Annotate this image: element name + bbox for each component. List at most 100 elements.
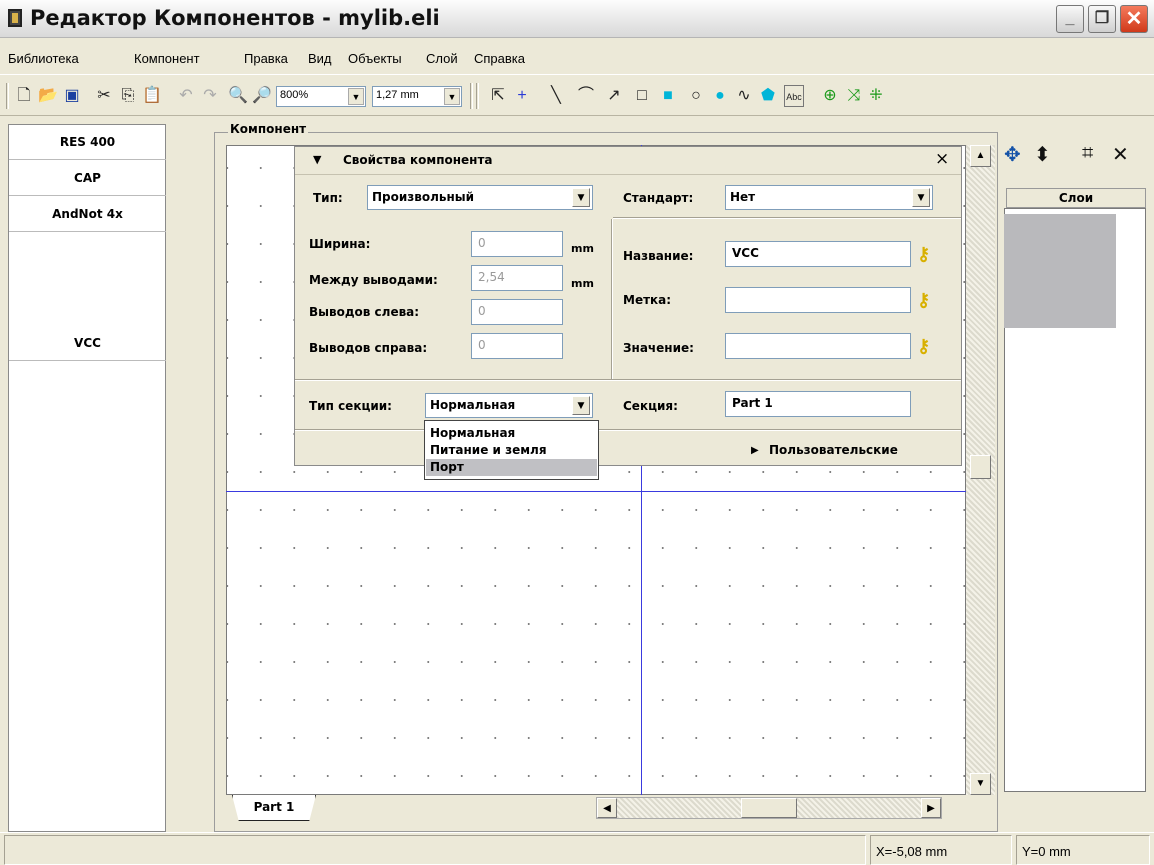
component-properties-panel: ▼ Свойства компонента × Тип: Произвольны… xyxy=(294,146,962,466)
key-icon[interactable]: ⚷ xyxy=(917,244,930,265)
bus-tool-icon[interactable]: ⤨ xyxy=(844,85,864,107)
value-field[interactable] xyxy=(725,333,911,359)
origin-horizontal-axis xyxy=(226,491,966,492)
type-value: Произвольный xyxy=(372,190,475,204)
close-button[interactable]: ✕ xyxy=(1120,5,1148,33)
list-item[interactable]: CAP xyxy=(9,161,166,196)
right-pins-label: Выводов справа: xyxy=(309,341,428,355)
filled-rectangle-tool-icon[interactable]: ■ xyxy=(658,85,678,107)
width-label: Ширина: xyxy=(309,237,371,251)
dropdown-option-port[interactable]: Порт xyxy=(426,459,597,476)
list-item[interactable]: AndNot 4x xyxy=(9,197,166,232)
scroll-right-icon[interactable]: ▶ xyxy=(921,798,941,818)
vertical-scrollbar[interactable]: ▲ ▼ xyxy=(966,145,995,795)
arc-tool-icon[interactable]: ⌒ xyxy=(576,85,596,107)
chevron-down-icon[interactable]: ▼ xyxy=(444,88,460,105)
sort-icon[interactable]: ⬍ xyxy=(1034,142,1051,167)
expand-triangle-icon[interactable]: ▶ xyxy=(751,445,759,456)
toolbar-separator xyxy=(470,83,473,109)
list-item[interactable]: RES 400 xyxy=(9,125,166,160)
pin-tool-icon[interactable]: ⊕ xyxy=(820,85,840,107)
tab-part-1[interactable]: Part 1 xyxy=(232,795,316,821)
type-select[interactable]: Произвольный ▼ xyxy=(367,185,593,210)
collapse-triangle-icon[interactable]: ▼ xyxy=(313,153,321,166)
layers-selection xyxy=(1004,214,1116,328)
scroll-thumb[interactable] xyxy=(970,455,991,479)
right-pins-field[interactable]: 0 xyxy=(471,333,563,359)
dropdown-option-power[interactable]: Питание и земля xyxy=(426,442,597,459)
chevron-down-icon[interactable]: ▼ xyxy=(572,188,590,207)
polygon-tool-icon[interactable]: ⬟ xyxy=(758,85,778,107)
ellipse-tool-icon[interactable]: ○ xyxy=(686,85,706,107)
width-field[interactable]: 0 xyxy=(471,231,563,257)
scroll-thumb[interactable] xyxy=(741,798,797,818)
cut-icon[interactable]: ✂ xyxy=(94,85,114,107)
section-type-select[interactable]: Нормальная ▼ xyxy=(425,393,593,418)
select-arrow-icon[interactable]: ⇱ xyxy=(488,85,508,107)
menu-objects[interactable]: Объекты xyxy=(348,51,402,66)
value-label: Значение: xyxy=(623,341,694,355)
minimize-button[interactable]: _ xyxy=(1056,5,1084,33)
status-message-panel xyxy=(4,835,866,865)
rectangle-tool-icon[interactable]: □ xyxy=(632,85,652,107)
section-label: Секция: xyxy=(623,399,678,413)
paste-icon[interactable]: 📋 xyxy=(142,85,162,107)
polyline-tool-icon[interactable]: ∿ xyxy=(734,85,754,107)
scroll-left-icon[interactable]: ◀ xyxy=(597,798,617,818)
menu-layer[interactable]: Слой xyxy=(426,51,458,66)
toolbar-separator xyxy=(476,83,479,109)
width-unit: mm xyxy=(571,242,594,255)
toolbar-grip xyxy=(6,83,9,109)
standard-select[interactable]: Нет ▼ xyxy=(725,185,933,210)
new-file-icon[interactable]: 🗋 xyxy=(14,85,34,107)
properties-header[interactable]: ▼ Свойства компонента × xyxy=(295,147,961,175)
custom-properties-link[interactable]: Пользовательские xyxy=(769,443,898,457)
key-icon[interactable]: ⚷ xyxy=(917,290,930,311)
open-folder-icon[interactable]: 📂 xyxy=(38,85,58,107)
left-pins-label: Выводов слева: xyxy=(309,305,420,319)
chevron-down-icon[interactable]: ▼ xyxy=(572,396,590,415)
menu-view[interactable]: Вид xyxy=(308,51,332,66)
zoom-in-icon[interactable]: 🔍 xyxy=(228,85,248,107)
grid-select[interactable]: 1,27 mm ▼ xyxy=(372,86,462,107)
delete-icon[interactable]: ✕ xyxy=(1112,142,1129,167)
left-pins-field[interactable]: 0 xyxy=(471,299,563,325)
group-icon[interactable]: ⌗ xyxy=(1082,142,1093,165)
text-tool-icon[interactable]: Abc xyxy=(784,85,804,107)
menu-help[interactable]: Справка xyxy=(474,51,525,66)
cross-pin-icon[interactable]: + xyxy=(512,85,532,107)
copy-icon[interactable]: ⎘ xyxy=(118,85,138,107)
move-icon[interactable]: ✥ xyxy=(1004,142,1021,167)
toolbar: 🗋 📂 ▣ ✂ ⎘ 📋 ↶ ↷ 🔍 🔎 800% ▼ 1,27 mm ▼ ⇱ +… xyxy=(0,74,1154,116)
section-field[interactable]: Part 1 xyxy=(725,391,911,417)
zoom-out-icon[interactable]: 🔎 xyxy=(252,85,272,107)
zoom-select[interactable]: 800% ▼ xyxy=(276,86,366,107)
horizontal-scrollbar[interactable]: ◀ ▶ xyxy=(596,797,942,819)
connector-tool-icon[interactable]: ⁜ xyxy=(866,85,886,107)
scroll-down-icon[interactable]: ▼ xyxy=(970,773,991,795)
layers-header: Слои xyxy=(1006,188,1146,208)
undo-icon[interactable]: ↶ xyxy=(176,85,196,107)
status-y-coordinate: Y=0 mm xyxy=(1016,835,1150,865)
chevron-down-icon[interactable]: ▼ xyxy=(348,88,364,105)
close-icon[interactable]: × xyxy=(935,149,949,169)
pitch-field[interactable]: 2,54 xyxy=(471,265,563,291)
key-icon[interactable]: ⚷ xyxy=(917,336,930,357)
list-item[interactable]: VCC xyxy=(9,233,166,361)
name-field[interactable]: VCC xyxy=(725,241,911,267)
redo-icon[interactable]: ↷ xyxy=(200,85,220,107)
filled-ellipse-tool-icon[interactable]: ● xyxy=(710,85,730,107)
menu-library[interactable]: Библиотека xyxy=(8,51,79,66)
properties-title: Свойства компонента xyxy=(343,153,493,167)
dropdown-option-normal[interactable]: Нормальная xyxy=(426,425,597,442)
line-tool-icon[interactable]: ╲ xyxy=(546,85,566,107)
mark-field[interactable] xyxy=(725,287,911,313)
arrow-tool-icon[interactable]: ↗ xyxy=(604,85,624,107)
chevron-down-icon[interactable]: ▼ xyxy=(912,188,930,207)
horizontal-divider xyxy=(295,429,961,431)
scroll-up-icon[interactable]: ▲ xyxy=(970,145,991,167)
menu-edit[interactable]: Правка xyxy=(244,51,288,66)
menu-component[interactable]: Компонент xyxy=(134,51,200,66)
save-icon[interactable]: ▣ xyxy=(62,85,82,107)
maximize-button[interactable]: ❐ xyxy=(1088,5,1116,33)
